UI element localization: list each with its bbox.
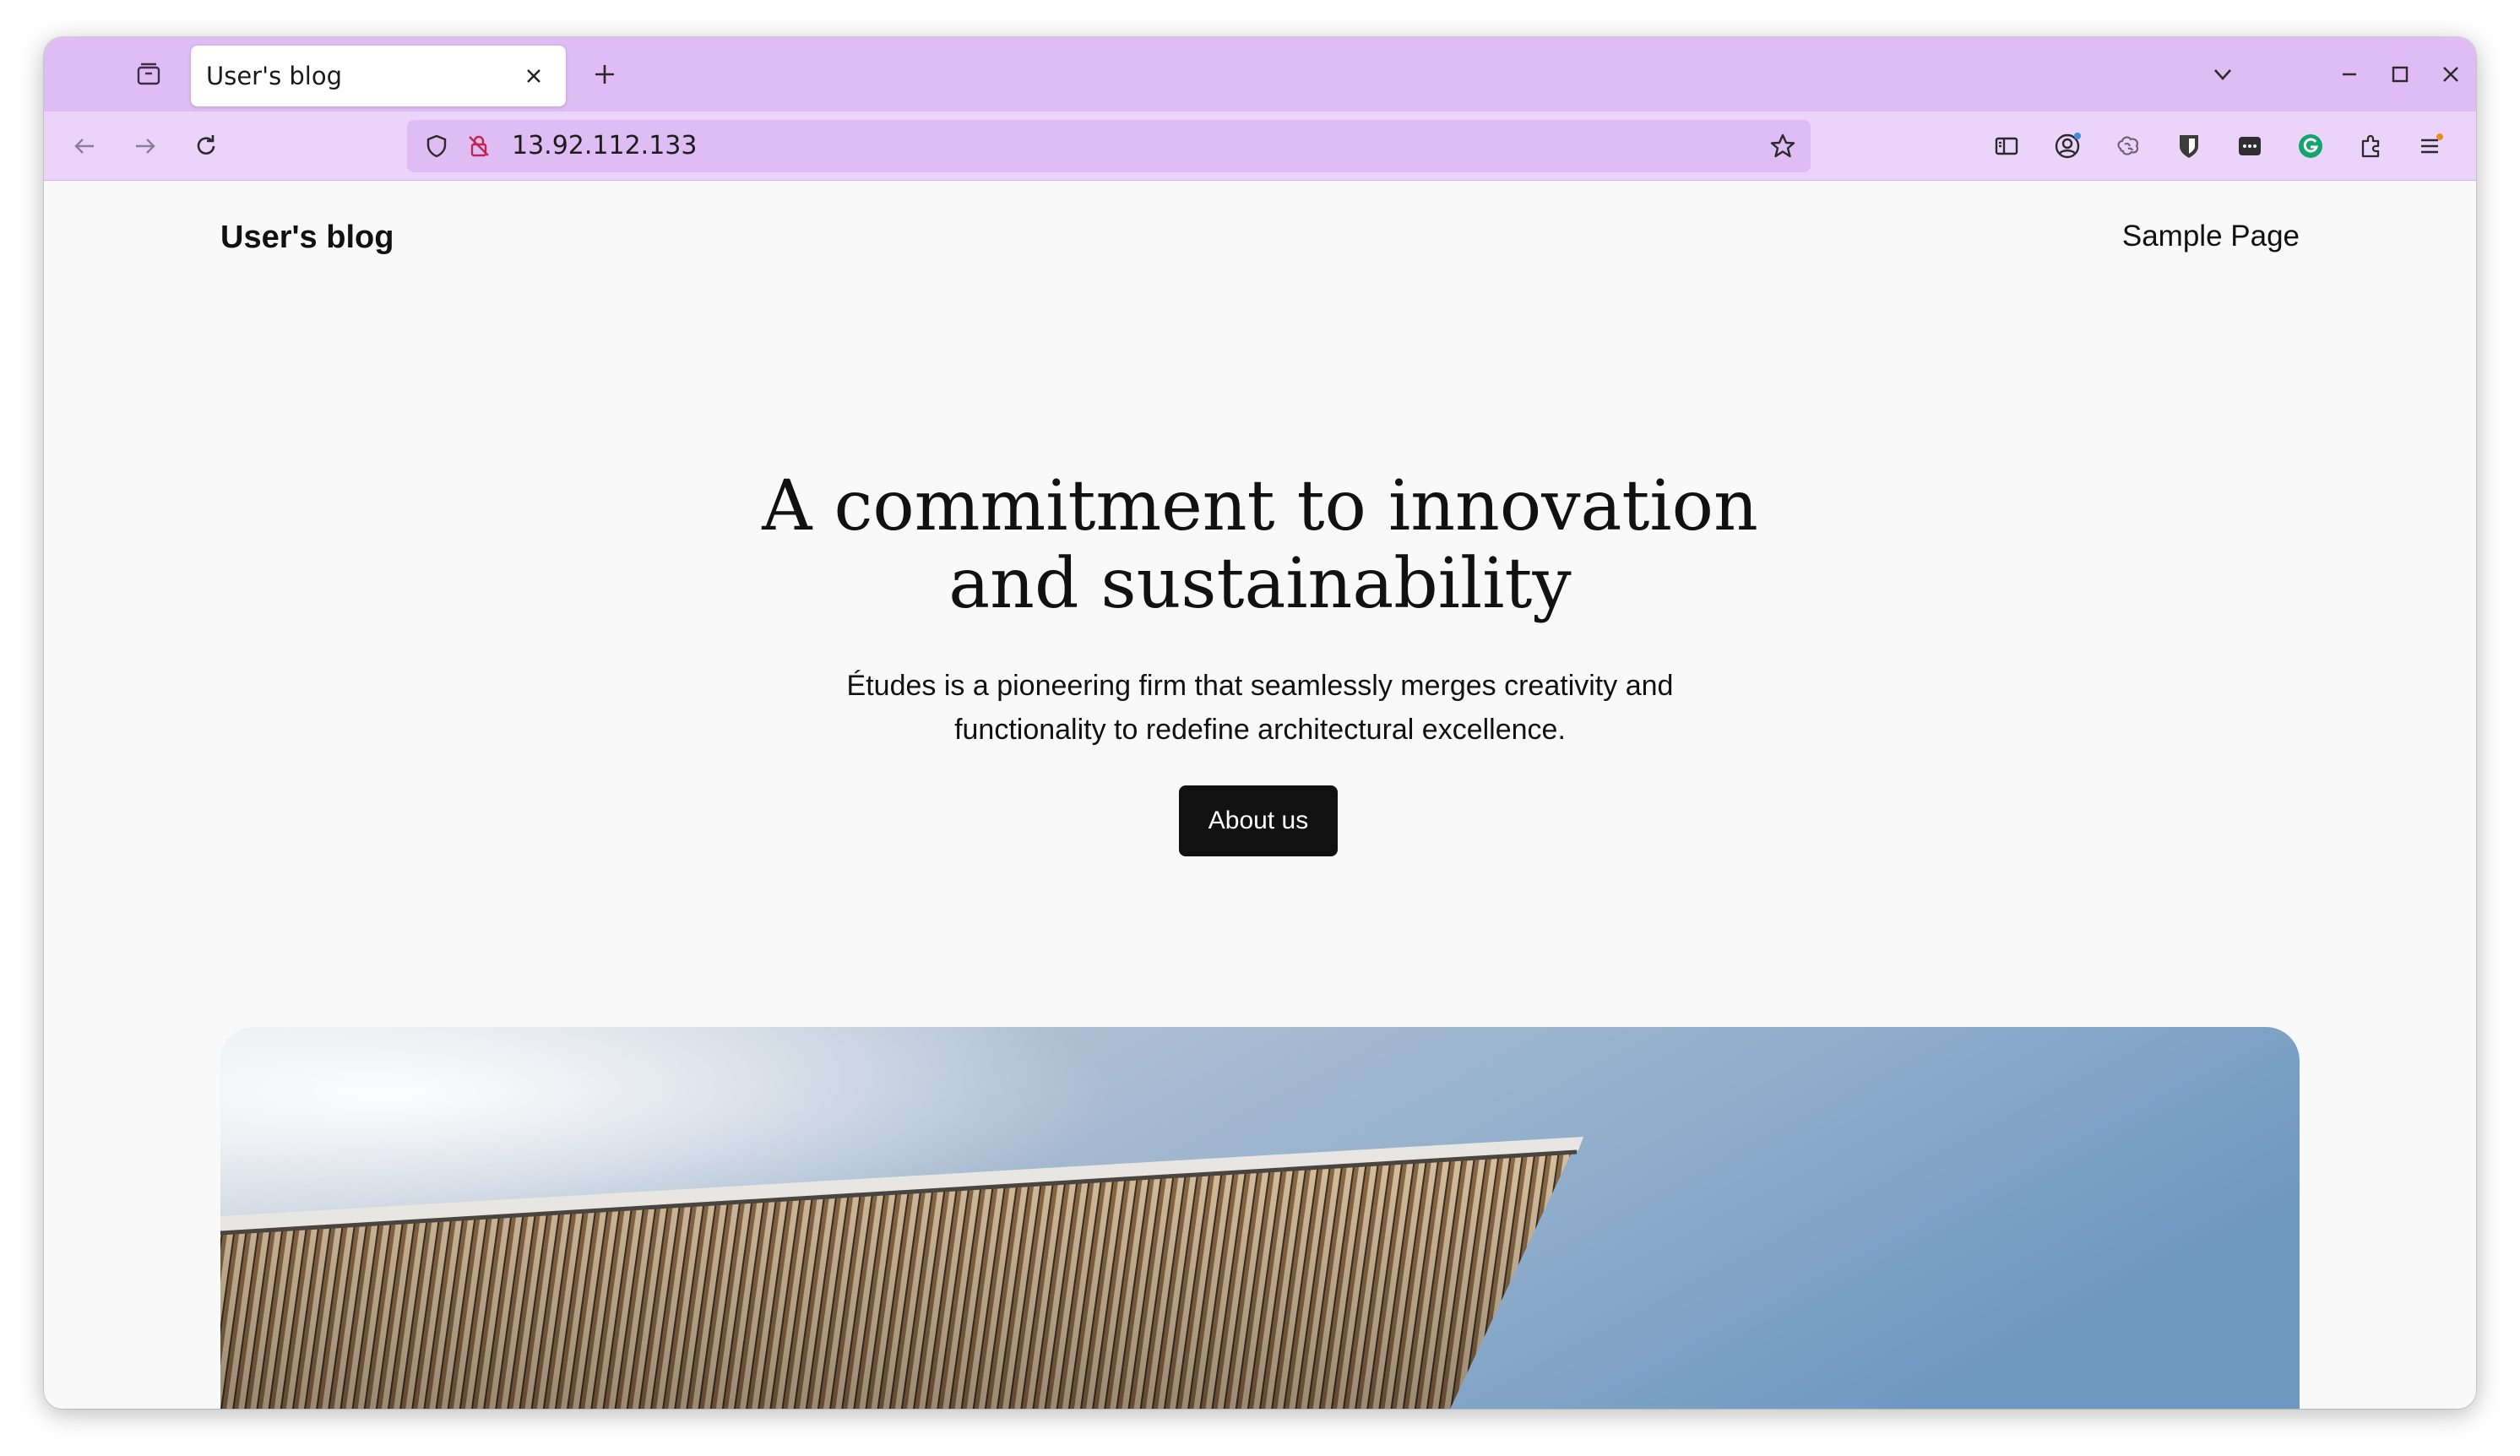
tab-strip: User's blog: [44, 37, 2476, 111]
grammarly-icon[interactable]: [2290, 126, 2331, 166]
url-text[interactable]: 13.92.112.133: [512, 120, 697, 172]
browser-window: User's blog 13.92.112.133 User's blog Sa…: [44, 37, 2476, 1409]
page-viewport: User's blog Sample Page A commitment to …: [44, 181, 2476, 1409]
nav-link-sample-page[interactable]: Sample Page: [2122, 220, 2300, 253]
hamburger-menu-icon[interactable]: [2410, 126, 2451, 166]
close-icon[interactable]: [515, 57, 552, 95]
bitwarden-icon[interactable]: [2169, 126, 2209, 166]
list-all-tabs-chevron-icon[interactable]: [2202, 54, 2243, 95]
hero-description-line-1: Études is a pioneering firm that seamles…: [846, 670, 1674, 702]
extensions-puzzle-icon[interactable]: [2351, 126, 2392, 166]
back-arrow-icon[interactable]: [64, 126, 105, 166]
shield-icon[interactable]: [417, 127, 456, 166]
tab-title: User's blog: [206, 62, 343, 90]
new-tab-plus-icon[interactable]: [584, 54, 625, 95]
window-close-icon[interactable]: [2430, 54, 2471, 95]
hero-description: Études is a pioneering firm that seamles…: [753, 664, 1767, 752]
address-bar[interactable]: 13.92.112.133: [407, 120, 1811, 172]
hero-heading: A commitment to innovation and sustainab…: [584, 468, 1936, 623]
account-icon[interactable]: [2047, 126, 2088, 166]
maximize-icon[interactable]: [2380, 54, 2420, 95]
reload-icon[interactable]: [186, 126, 226, 166]
about-us-button[interactable]: About us: [1179, 785, 1338, 856]
navigation-toolbar: 13.92.112.133: [44, 111, 2476, 181]
hero-description-line-2: functionality to redefine architectural …: [954, 714, 1566, 746]
active-tab[interactable]: User's blog: [191, 46, 566, 106]
password-icon[interactable]: [2229, 126, 2270, 166]
hero-architecture-image: [220, 1027, 2300, 1409]
site-title-link[interactable]: User's blog: [220, 220, 394, 256]
insecure-lock-icon[interactable]: [459, 127, 498, 166]
hero-heading-line-2: and sustainability: [948, 544, 1572, 624]
bookmark-star-icon[interactable]: [1763, 127, 1802, 166]
sidebar-icon[interactable]: [1986, 126, 2027, 166]
extension-brain-icon[interactable]: [2108, 126, 2148, 166]
hero-heading-line-1: A commitment to innovation: [762, 466, 1758, 546]
forward-arrow-icon[interactable]: [125, 126, 166, 166]
minimize-icon[interactable]: [2329, 54, 2370, 95]
tab-overview-icon[interactable]: [128, 54, 169, 95]
